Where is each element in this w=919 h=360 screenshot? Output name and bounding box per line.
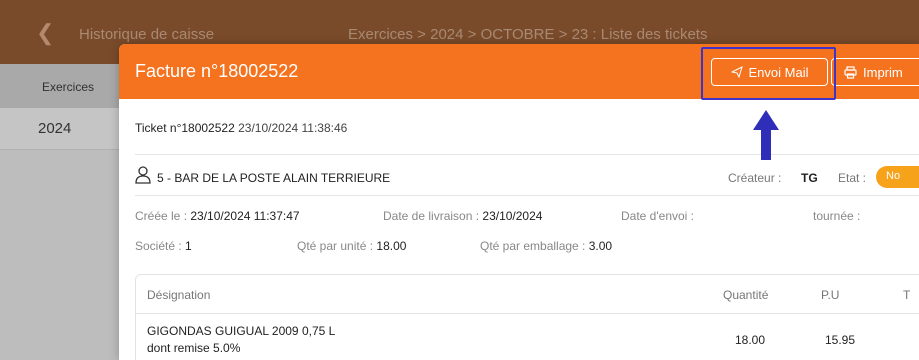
column-header-unit-price: P.U: [821, 288, 840, 302]
status-badge: No: [876, 166, 919, 188]
qty-pack-info: Qté par emballage : 3.00: [480, 239, 612, 253]
sidebar-item-2024[interactable]: 2024: [0, 108, 124, 150]
breadcrumb: Exercices > 2024 > OCTOBRE > 23 : Liste …: [348, 26, 708, 43]
back-chevron-icon[interactable]: ❮: [36, 20, 54, 46]
qty-unit-label: Qté par unité :: [297, 239, 374, 253]
user-icon: [135, 166, 151, 184]
qty-pack-label: Qté par emballage :: [480, 239, 586, 253]
print-label: Imprim: [863, 64, 903, 80]
qty-pack-value: 3.00: [588, 239, 613, 253]
creator-label: Créateur :: [728, 171, 782, 185]
sent-info: Date d'envoi :: [621, 209, 694, 223]
items-table: Désignation Quantité P.U T GIGONDAS GUIG…: [135, 274, 919, 360]
qty-unit-info: Qté par unité : 18.00: [297, 239, 406, 253]
created-value: 23/10/2024 11:37:47: [190, 209, 300, 223]
round-label: tournée :: [813, 209, 861, 223]
qty-unit-value: 18.00: [376, 239, 407, 253]
created-info: Créée le : 23/10/2024 11:37:47: [135, 209, 300, 223]
ticket-number: Ticket n°18002522: [135, 121, 235, 135]
column-header-designation: Désignation: [147, 288, 211, 302]
delivery-value: 23/10/2024: [482, 209, 543, 223]
sidebar-item-label: 2024: [38, 120, 72, 137]
round-info: tournée :: [813, 209, 860, 223]
created-label: Créée le :: [135, 209, 188, 223]
row-unit-price: 15.95: [825, 333, 856, 347]
company-info: Société : 1: [135, 239, 192, 253]
arrow-up-icon: [753, 110, 779, 160]
sidebar-header-label: Exercices: [42, 80, 95, 94]
delivery-info: Date de livraison : 23/10/2024: [383, 209, 542, 223]
row-designation: GIGONDAS GUIGUAL 2009 0,75 L: [147, 324, 336, 338]
client-name: 5 - BAR DE LA POSTE ALAIN TERRIEURE: [157, 171, 391, 185]
creator-value: TG: [801, 171, 818, 185]
divider: [135, 195, 919, 196]
ticket-line: Ticket n°18002522 23/10/2024 11:38:46: [135, 121, 347, 135]
row-quantity: 18.00: [735, 333, 766, 347]
print-button[interactable]: Imprim: [831, 58, 919, 86]
row-divider: [136, 313, 919, 314]
column-header-total: T: [903, 288, 911, 302]
sent-label: Date d'envoi :: [621, 209, 695, 223]
company-label: Société :: [135, 239, 182, 253]
divider: [135, 154, 919, 155]
column-header-quantity: Quantité: [723, 288, 769, 302]
delivery-label: Date de livraison :: [383, 209, 480, 223]
ticket-date: 23/10/2024 11:38:46: [238, 121, 348, 135]
sidebar-header: Exercices: [0, 64, 124, 108]
company-value: 1: [185, 239, 192, 253]
modal-title: Facture n°18002522: [135, 61, 299, 81]
highlight-box: [701, 47, 836, 100]
printer-icon: [844, 65, 857, 79]
status-label: Etat :: [838, 171, 867, 185]
app-title: Historique de caisse: [79, 26, 215, 43]
row-remise: dont remise 5.0%: [147, 341, 241, 355]
